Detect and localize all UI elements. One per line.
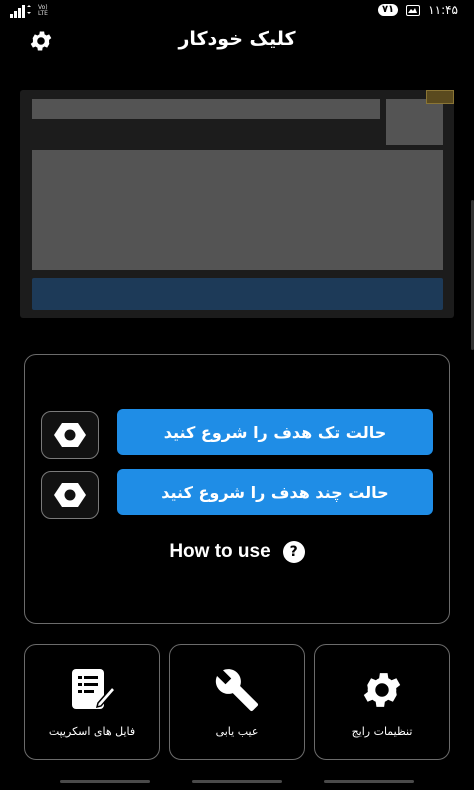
document-edit-icon (72, 669, 116, 709)
ad-cta-button[interactable] (32, 278, 443, 310)
page-indicator (192, 780, 282, 783)
page-indicator (324, 780, 414, 783)
status-left: Vo) LTE (10, 4, 56, 18)
gear-icon (363, 673, 401, 707)
ad-choices-badge[interactable] (426, 90, 454, 104)
ad-banner[interactable] (20, 90, 454, 318)
troubleshooting-tile[interactable]: عیب یابی (169, 644, 305, 760)
ad-thumbnail-placeholder (386, 99, 443, 145)
app-header: کلیک خودکار (0, 26, 474, 56)
start-mode-panel: حالت تک هدف را شروع کنید حالت چند هدف را… (24, 354, 450, 624)
tile-label: تنظیمات رایج (351, 725, 413, 738)
notification-count-badge: ۷۱ (377, 4, 399, 16)
hex-nut-icon (54, 423, 86, 447)
tile-label: فایل های اسکریپت (48, 725, 136, 738)
image-icon (406, 4, 421, 16)
hex-nut-icon (54, 483, 86, 507)
general-settings-tile[interactable]: تنظیمات رایج (314, 644, 450, 760)
page-title: کلیک خودکار (178, 28, 296, 50)
tile-icon-wrap (315, 667, 449, 713)
ad-headline-placeholder (32, 99, 380, 119)
help-icon: ? (282, 541, 305, 563)
tile-icon-wrap (25, 667, 159, 711)
page-indicator (60, 780, 150, 783)
network-label: Vo) LTE (38, 4, 48, 17)
wrench-icon (215, 669, 259, 712)
start-multi-target-button[interactable]: حالت چند هدف را شروع کنید (117, 469, 433, 515)
signal-icon (10, 5, 31, 18)
start-single-target-button[interactable]: حالت تک هدف را شروع کنید (117, 409, 433, 455)
clock: ۱۱:۴۵ (428, 3, 458, 17)
tile-icon-wrap (170, 667, 304, 713)
how-to-use-label: How to use (169, 541, 271, 562)
single-target-settings-button[interactable] (41, 411, 99, 459)
script-files-tile[interactable]: فایل های اسکریپت (24, 644, 160, 760)
ad-media-placeholder (32, 150, 443, 270)
status-right: ۷۱ ۱۱:۴۵ (377, 3, 458, 17)
how-to-use-link[interactable]: How to use ? (25, 541, 449, 563)
tile-label: عیب یابی (215, 725, 259, 738)
status-bar: Vo) LTE ۷۱ ۱۱:۴۵ (0, 0, 474, 24)
multi-target-settings-button[interactable] (41, 471, 99, 519)
